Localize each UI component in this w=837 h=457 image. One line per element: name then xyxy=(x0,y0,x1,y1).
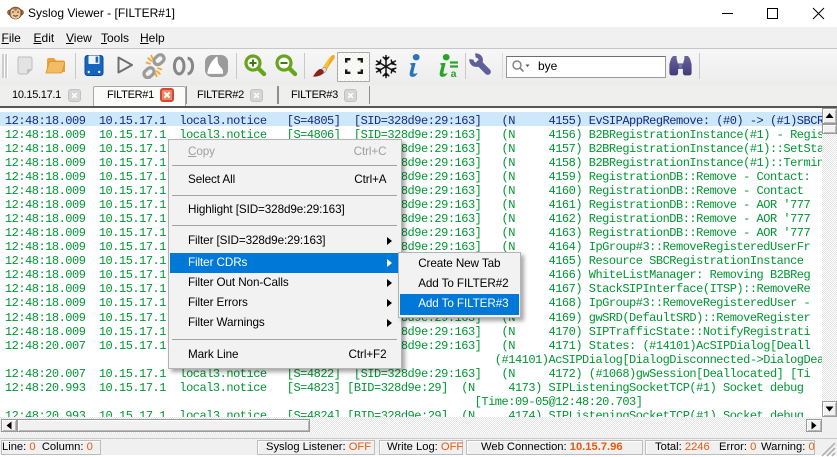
svg-text:a: a xyxy=(451,68,457,79)
